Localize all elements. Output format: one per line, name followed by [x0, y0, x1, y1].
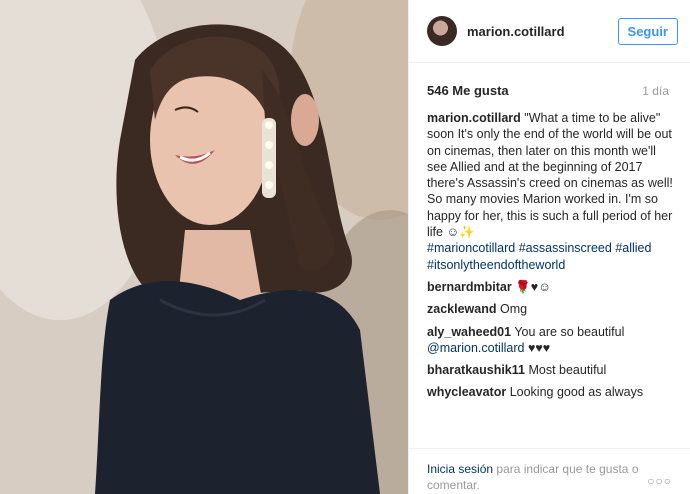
comment-suffix: ♥♥♥	[527, 340, 551, 355]
post-body: marion.cotillard "What a time to be aliv…	[409, 98, 690, 401]
post-photo	[0, 0, 408, 494]
caption-username[interactable]: marion.cotillard	[427, 111, 521, 125]
hashtag[interactable]: #allied	[615, 241, 651, 255]
comment-username[interactable]: aly_waheed01	[427, 325, 511, 339]
comment-username[interactable]: bharatkaushik11	[427, 363, 525, 377]
comment-mention[interactable]: @marion.cotillard	[427, 341, 524, 355]
comment-text: Omg	[499, 302, 528, 317]
avatar[interactable]	[427, 16, 457, 46]
post-header: marion.cotillard Seguir	[409, 0, 690, 63]
comment-text: Most beautiful	[528, 363, 607, 378]
comment-username[interactable]: bernardmbitar	[427, 280, 512, 294]
likes-count[interactable]: 546 Me gusta	[427, 83, 509, 98]
comment-text: You are so beautiful	[514, 324, 625, 339]
comment-text: 🌹♥☺	[515, 279, 551, 294]
follow-button[interactable]: Seguir	[617, 17, 678, 45]
comment-username[interactable]: zacklewand	[427, 302, 496, 316]
post-sidebar: marion.cotillard Seguir 546 Me gusta 1 d…	[408, 0, 690, 494]
caption: marion.cotillard "What a time to be aliv…	[427, 110, 676, 273]
more-options-icon[interactable]: ○○○	[647, 473, 672, 489]
login-link[interactable]: Inicia sesión	[427, 462, 493, 476]
comment-item: zacklewand Omg	[427, 301, 676, 317]
photo-illustration	[0, 0, 408, 494]
hashtag[interactable]: #marioncotillard	[427, 241, 515, 255]
post-footer: Inicia sesión para indicar que te gusta …	[409, 448, 690, 494]
hashtag[interactable]: #assassinscreed	[519, 241, 612, 255]
post-meta: 546 Me gusta 1 día	[409, 63, 690, 98]
comment-text: Looking good as always	[509, 385, 644, 400]
hashtag[interactable]: #itsonlytheendoftheworld	[427, 258, 565, 272]
comment-item: aly_waheed01 You are so beautiful @mario…	[427, 324, 676, 357]
comment-username[interactable]: whycleavator	[427, 385, 506, 399]
comment-item: whycleavator Looking good as always	[427, 384, 676, 400]
post-time[interactable]: 1 día	[642, 84, 669, 98]
comment-item: bharatkaushik11 Most beautiful	[427, 362, 676, 378]
author-username[interactable]: marion.cotillard	[467, 24, 565, 39]
caption-text: "What a time to be alive" soon It's only…	[427, 111, 673, 240]
comment-item: bernardmbitar 🌹♥☺	[427, 279, 676, 295]
